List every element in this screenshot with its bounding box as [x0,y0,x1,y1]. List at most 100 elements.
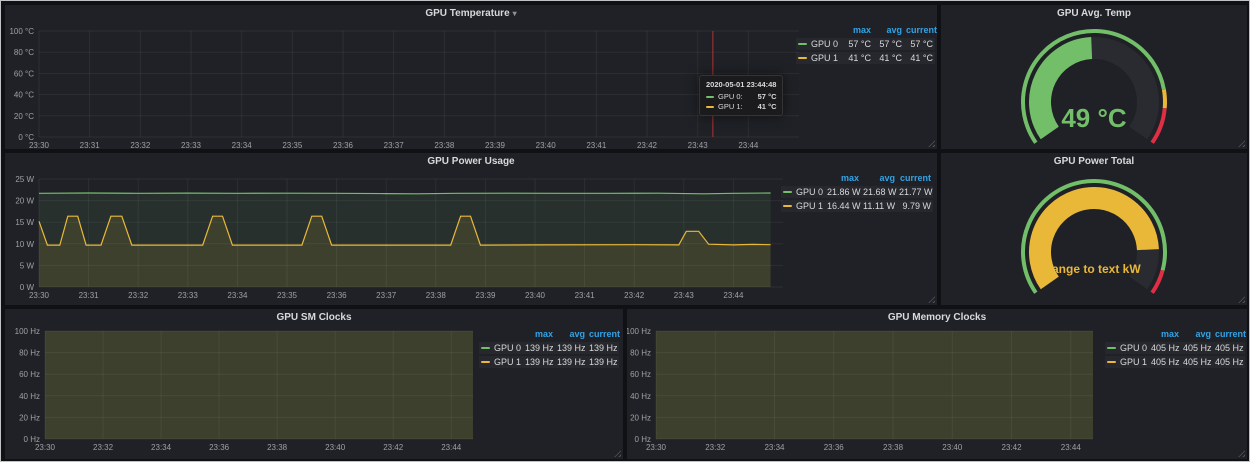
svg-text:23:42: 23:42 [1002,443,1023,452]
legend-header-avg: avg [873,24,904,36]
svg-text:23:38: 23:38 [426,291,447,300]
svg-text:23:36: 23:36 [327,291,348,300]
legend-stat-value: 405 Hz [1181,356,1213,368]
svg-text:80 Hz: 80 Hz [630,349,651,358]
svg-text:23:42: 23:42 [637,141,658,149]
series-color-dash-icon [798,43,807,45]
tooltip-row: GPU 0: 57 °C [706,92,776,101]
legend-header-current: current [1213,328,1245,340]
series-color-dash-icon [798,57,807,59]
svg-text:23:44: 23:44 [441,443,462,452]
svg-text:23:39: 23:39 [475,291,496,300]
panel-gpu-avg-temp: GPU Avg. Temp 49 °C [941,5,1247,149]
legend-stat-value: 405 Hz [1149,342,1181,354]
chart-tooltip: 2020-05-01 23:44:48 GPU 0:57 °CGPU 1:41 … [699,75,783,116]
legend-series-name: GPU 1 [1120,356,1147,368]
gpu-memory-clocks-legend: maxavgcurrentGPU 0405 Hz405 Hz405 HzGPU … [1105,328,1245,368]
legend-series-toggle[interactable]: GPU 0 [479,342,523,354]
legend-stat-value: 21.77 W [897,186,933,198]
svg-text:23:31: 23:31 [80,141,101,149]
legend-header-max: max [842,24,873,36]
tooltip-series-name: GPU 0: [718,92,743,101]
legend-stat-value: 405 Hz [1149,356,1181,368]
svg-text:23:32: 23:32 [128,291,149,300]
gpu-sm-clocks-legend: maxavgcurrentGPU 0139 Hz139 Hz139 HzGPU … [479,328,619,368]
svg-text:100 Hz: 100 Hz [15,327,40,336]
svg-text:23:34: 23:34 [764,443,785,452]
svg-text:23:41: 23:41 [575,291,596,300]
legend-stat-value: 16.44 W [825,200,861,212]
svg-text:40 Hz: 40 Hz [19,392,40,401]
tooltip-row: GPU 1:41 °C [706,102,776,111]
svg-text:23:32: 23:32 [705,443,726,452]
svg-text:25 W: 25 W [15,175,34,184]
legend-header-max: max [1149,328,1181,340]
series-color-dash-icon [1107,347,1116,349]
legend-series-toggle[interactable]: GPU 1 [479,356,523,368]
svg-text:20 Hz: 20 Hz [630,413,651,422]
legend-row: GPU 141 °C41 °C41 °C [796,52,935,64]
panel-menu-gpu-power-total[interactable]: GPU Power Total [941,156,1247,167]
panel-menu-gpu-memory-clocks[interactable]: GPU Memory Clocks [627,312,1247,323]
legend-header-avg: avg [555,328,587,340]
series-color-dash-icon [481,347,490,349]
svg-text:23:37: 23:37 [384,141,405,149]
legend-row: GPU 0139 Hz139 Hz139 Hz [479,342,619,354]
svg-text:23:30: 23:30 [35,443,56,452]
gpu-power-total-gauge [941,153,1247,305]
panel-title-text: GPU Memory Clocks [888,312,986,323]
svg-text:23:38: 23:38 [267,443,288,452]
gauge-value-text: range to text kW [941,262,1247,276]
tooltip-series-value: 57 °C [748,92,777,101]
panel-title-text: GPU SM Clocks [276,312,351,323]
legend-stat-value: 21.86 W [825,186,861,198]
svg-text:23:36: 23:36 [209,443,230,452]
panel-gpu-temperature: GPU Temperature▾ 0 °C20 °C40 °C60 °C80 °… [5,5,937,149]
svg-text:80 Hz: 80 Hz [19,349,40,358]
chevron-down-icon: ▾ [513,9,517,18]
legend-stat-value: 139 Hz [587,342,619,354]
legend-stat-value: 41 °C [842,52,873,64]
svg-text:23:36: 23:36 [824,443,845,452]
svg-text:23:35: 23:35 [277,291,298,300]
legend-series-toggle[interactable]: GPU 0 [796,38,842,50]
legend-series-toggle[interactable]: GPU 1 [796,52,842,64]
svg-text:23:34: 23:34 [227,291,248,300]
svg-text:23:34: 23:34 [232,141,253,149]
svg-text:23:44: 23:44 [738,141,759,149]
legend-stat-value: 41 °C [904,52,935,64]
svg-text:23:33: 23:33 [181,141,202,149]
svg-text:23:43: 23:43 [674,291,695,300]
panel-menu-gpu-avg-temp[interactable]: GPU Avg. Temp [941,8,1247,19]
series-color-dash-icon [783,191,792,193]
panel-menu-gpu-power-usage[interactable]: GPU Power Usage [5,156,937,167]
legend-stat-value: 139 Hz [587,356,619,368]
legend-stat-value: 405 Hz [1181,342,1213,354]
gauge-value-text: 49 °C [941,103,1247,134]
legend-stat-value: 139 Hz [523,356,555,368]
series-color-dash-icon [481,361,490,363]
legend-stat-value: 9.79 W [897,200,933,212]
svg-text:80 °C: 80 °C [14,48,34,57]
grafana-dashboard: GPU Temperature▾ 0 °C20 °C40 °C60 °C80 °… [0,0,1250,462]
legend-header-avg: avg [861,172,897,184]
legend-stat-value: 405 Hz [1213,342,1245,354]
panel-gpu-power-usage: GPU Power Usage 0 W5 W10 W15 W20 W25 W23… [5,153,937,305]
svg-text:10 W: 10 W [15,240,34,249]
panel-gpu-power-total: GPU Power Total range to text kW [941,153,1247,305]
legend-series-toggle[interactable]: GPU 0 [781,186,825,198]
legend-series-toggle[interactable]: GPU 1 [1105,356,1149,368]
legend-series-toggle[interactable]: GPU 1 [781,200,825,212]
svg-text:60 Hz: 60 Hz [19,370,40,379]
legend-series-name: GPU 1 [494,356,521,368]
svg-text:20 W: 20 W [15,197,34,206]
svg-text:23:34: 23:34 [151,443,172,452]
legend-series-name: GPU 0 [1120,342,1147,354]
panel-menu-gpu-temperature[interactable]: GPU Temperature▾ [5,8,937,19]
panel-title-text: GPU Avg. Temp [1057,8,1131,19]
panel-menu-gpu-sm-clocks[interactable]: GPU SM Clocks [5,312,623,323]
legend-stat-value: 57 °C [842,38,873,50]
legend-header-current: current [904,24,935,36]
svg-text:23:37: 23:37 [376,291,397,300]
legend-series-toggle[interactable]: GPU 0 [1105,342,1149,354]
